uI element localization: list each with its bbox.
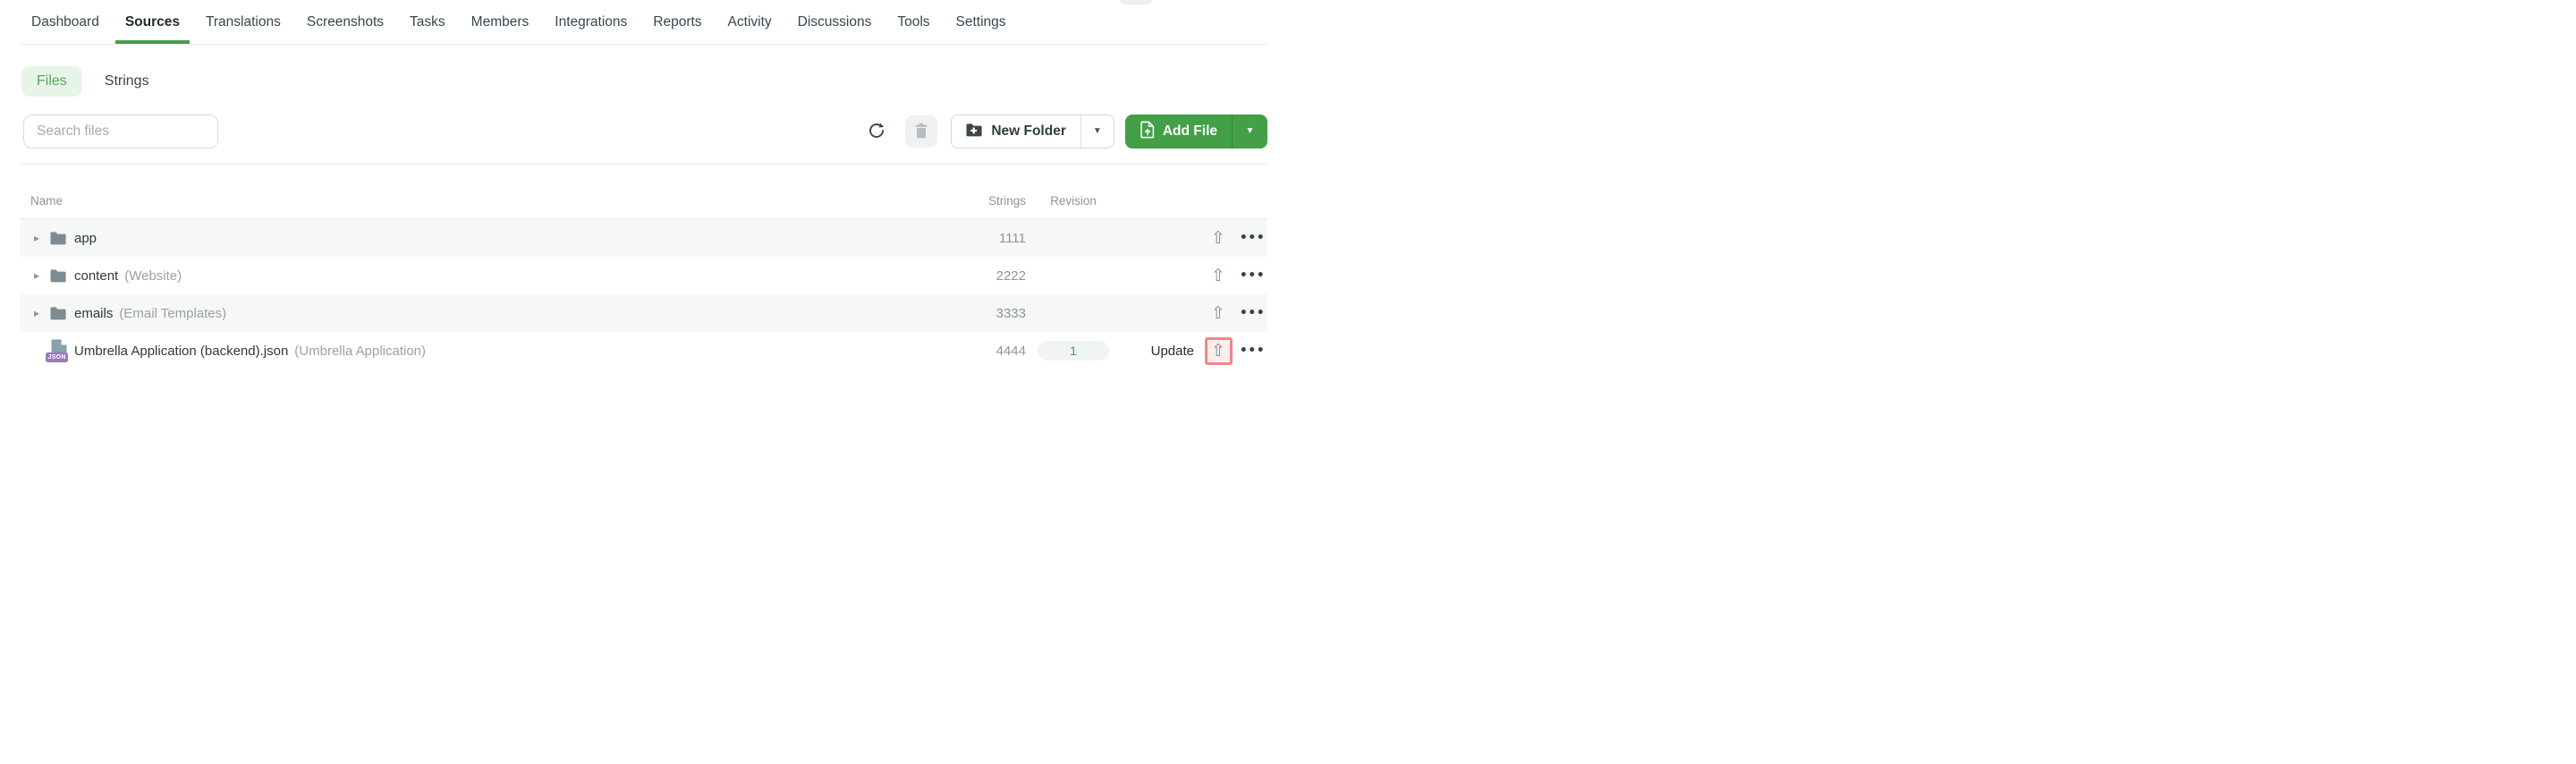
top-nav: Dashboard Sources Translations Screenshots T…	[20, 0, 1267, 45]
chevron-down-icon: ▼	[1092, 126, 1102, 136]
search-input[interactable]	[23, 115, 218, 149]
table-body: ▸ JSON app 1111 ⇧ •••	[20, 219, 1267, 369]
folder-icon	[48, 268, 67, 283]
nav-item-sources[interactable]: Sources	[114, 0, 191, 44]
upload-button[interactable]: ⇧	[1211, 302, 1225, 323]
nav-item-settings[interactable]: Settings	[956, 0, 1006, 44]
toolbar: New Folder ▼ Add File	[23, 115, 1267, 149]
new-folder-split-button: New Folder ▼	[951, 115, 1114, 149]
strings-count: 4444	[996, 343, 1026, 359]
column-header-revision: Revision	[1050, 194, 1097, 208]
more-options-button[interactable]: •••	[1237, 268, 1267, 283]
table-row[interactable]: ▸ JSON content (Website) 2222 ⇧	[20, 257, 1267, 294]
json-badge: JSON	[46, 352, 69, 362]
nav-item-translations[interactable]: Translations	[206, 0, 281, 44]
more-options-button[interactable]: •••	[1237, 231, 1267, 245]
column-header-strings: Strings	[987, 194, 1026, 208]
upload-icon: ⇧	[1211, 265, 1225, 285]
strings-count: 2222	[996, 267, 1026, 284]
more-options-button[interactable]: •••	[1237, 344, 1267, 358]
chevron-down-icon: ▼	[1245, 126, 1255, 136]
add-file-label: Add File	[1162, 123, 1217, 139]
expand-caret-icon[interactable]: ▸	[34, 307, 48, 319]
upload-button[interactable]: ⇧	[1211, 267, 1225, 284]
upload-icon: ⇧	[1211, 302, 1225, 323]
refresh-icon	[868, 122, 886, 142]
add-file-dropdown-button[interactable]: ▼	[1232, 115, 1267, 149]
nav-item-integrations[interactable]: Integrations	[555, 0, 627, 44]
revision-badge: 1	[1038, 341, 1109, 361]
upload-icon: ⇧	[1211, 227, 1225, 248]
column-header-name: Name	[30, 194, 64, 208]
new-folder-button[interactable]: New Folder	[952, 115, 1080, 148]
update-link[interactable]: Update	[1151, 344, 1194, 359]
nav-item-tasks[interactable]: Tasks	[410, 0, 445, 44]
tab-files[interactable]: Files	[21, 66, 82, 97]
upload-icon: ⇧	[1211, 340, 1225, 361]
table-row[interactable]: ▸ JSON app 1111 ⇧ •••	[20, 219, 1267, 257]
nav-item-discussions[interactable]: Discussions	[798, 0, 872, 44]
nav-item-reports[interactable]: Reports	[653, 0, 701, 44]
nav-item-dashboard[interactable]: Dashboard	[31, 0, 99, 44]
nav-item-activity[interactable]: Activity	[728, 0, 772, 44]
files-table: Name Strings Revision ▸ JSON app	[20, 165, 1267, 369]
table-row[interactable]: ▸ JSON Umbrella Application (backend).js…	[20, 332, 1267, 369]
file-secondary-label: (Umbrella Application)	[294, 343, 427, 359]
sources-files-page: Dashboard Sources Translations Screenshots T…	[0, 0, 1288, 382]
json-file-icon: JSON	[46, 339, 69, 362]
nav-item-screenshots[interactable]: Screenshots	[307, 0, 384, 44]
file-name[interactable]: emails	[74, 306, 113, 321]
strings-count: 1111	[998, 230, 1026, 246]
tab-strings[interactable]: Strings	[105, 66, 149, 97]
nav-item-tools[interactable]: Tools	[897, 0, 929, 44]
add-file-button[interactable]: Add File	[1125, 115, 1232, 149]
upload-button[interactable]: ⇧	[1211, 227, 1225, 248]
new-folder-icon	[965, 123, 983, 141]
expand-caret-icon[interactable]: ▸	[34, 269, 48, 282]
view-tabs: Files Strings	[21, 66, 1288, 97]
table-row[interactable]: ▸ JSON emails (Email Templates) 3333 ⇧	[20, 294, 1267, 332]
strings-count: 3333	[996, 305, 1026, 321]
cropped-header-element	[1120, 0, 1152, 4]
toolbar-actions: New Folder ▼ Add File ▼	[860, 115, 1267, 149]
more-options-button[interactable]: •••	[1237, 306, 1267, 320]
file-secondary-label: (Website)	[124, 267, 182, 284]
trash-icon	[914, 123, 928, 141]
add-file-split-button: Add File ▼	[1124, 115, 1267, 149]
nav-item-members[interactable]: Members	[471, 0, 530, 44]
new-folder-dropdown-button[interactable]: ▼	[1080, 115, 1114, 148]
table-header: Name Strings Revision	[20, 165, 1267, 219]
delete-button[interactable]	[905, 115, 938, 148]
refresh-button[interactable]	[860, 115, 893, 148]
expand-caret-icon[interactable]: ▸	[34, 232, 48, 244]
folder-icon	[48, 231, 67, 245]
add-file-icon	[1140, 121, 1155, 143]
file-name[interactable]: app	[74, 231, 97, 246]
file-name[interactable]: content	[74, 268, 118, 284]
upload-button[interactable]: ⇧	[1204, 336, 1233, 365]
new-folder-label: New Folder	[991, 123, 1066, 139]
file-secondary-label: (Email Templates)	[119, 305, 227, 321]
file-name[interactable]: Umbrella Application (backend).json	[74, 344, 288, 359]
folder-icon	[48, 306, 67, 320]
